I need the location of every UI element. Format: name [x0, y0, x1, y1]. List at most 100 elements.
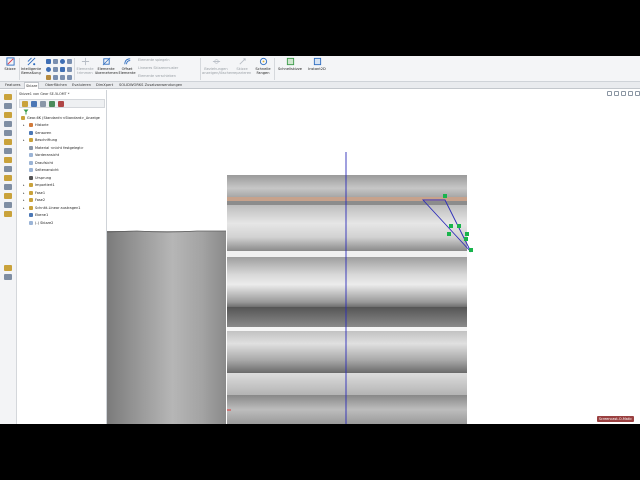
- tool-icon[interactable]: [4, 148, 12, 154]
- tool-icon[interactable]: [4, 130, 12, 136]
- separator: [274, 58, 275, 80]
- rapid-sketch-icon: [286, 57, 294, 66]
- tool-icon[interactable]: [4, 139, 12, 145]
- lineares-skizzenmuster-button[interactable]: Lineares Skizzenmuster: [138, 66, 178, 70]
- sketch-point[interactable]: [457, 224, 461, 228]
- tree-item[interactable]: Draufsicht: [29, 160, 53, 166]
- tree-item[interactable]: Ebene1: [29, 212, 48, 218]
- schnelle-fangen-button[interactable]: Schnelle Fangen: [254, 57, 272, 81]
- skizze-button[interactable]: Skizze: [2, 57, 18, 81]
- elemente-verschieben-button[interactable]: Elemente verschieben: [138, 74, 176, 78]
- dimxpertmanager-tab-icon[interactable]: [49, 101, 55, 107]
- tree-item[interactable]: ▸ Historie: [23, 122, 49, 128]
- tab-skizze[interactable]: Skizze: [24, 82, 40, 89]
- tree-item[interactable]: Vorderansicht: [29, 152, 59, 158]
- tree-item[interactable]: ▸ Importiert1: [23, 182, 55, 188]
- beziehungen-button[interactable]: Beziehungen anzeigen/löschen: [202, 57, 233, 81]
- sketch-point[interactable]: [464, 237, 468, 241]
- arc-tool-icon[interactable]: [53, 67, 58, 72]
- offset-entities-icon: [123, 58, 130, 65]
- expand-arrow-icon[interactable]: ▸: [23, 122, 25, 128]
- tool-icon[interactable]: [4, 112, 12, 118]
- tree-item[interactable]: Sensoren: [29, 130, 51, 136]
- expand-arrow-icon[interactable]: ▸: [23, 182, 25, 188]
- tool-icon[interactable]: [4, 157, 12, 163]
- elemente-uebernehmen-button[interactable]: Elemente übernehmen: [95, 57, 118, 81]
- sketch-point[interactable]: [469, 248, 473, 252]
- sketch-triangle[interactable]: [421, 199, 472, 253]
- tree-item-label: Importiert1: [35, 183, 55, 187]
- slot-tool-icon[interactable]: [60, 59, 65, 64]
- circle-tool-icon[interactable]: [46, 67, 51, 72]
- instant2d-button[interactable]: Instant2D: [306, 57, 328, 81]
- expand-arrow-icon[interactable]: ▸: [23, 205, 25, 211]
- tab-oberflaechen[interactable]: Oberflächen: [44, 82, 68, 89]
- expand-arrow-icon[interactable]: ▸: [23, 197, 25, 203]
- tree-item[interactable]: ▸ Beschriftung: [23, 137, 57, 143]
- tree-item[interactable]: ▸ Schnitt-Linear austragen1: [23, 205, 81, 211]
- tree-item[interactable]: Ursprung: [29, 175, 51, 181]
- tab-solidworks-zusatzanwendungen[interactable]: SOLIDWORKS Zusatzanwendungen: [118, 82, 183, 89]
- separator: [200, 58, 201, 80]
- tool-icon[interactable]: [4, 193, 12, 199]
- polygon-tool-icon[interactable]: [67, 59, 72, 64]
- schnellskizze-button[interactable]: Schnellskizze: [276, 57, 304, 81]
- expand-arrow-icon[interactable]: ▸: [23, 137, 25, 143]
- tree-item-icon: [29, 198, 33, 202]
- tree-item-label: Fase2: [35, 198, 46, 202]
- tree-root[interactable]: Gear-6K (Standard<<Standard>_Anzeige: [21, 115, 100, 121]
- rectangle-tool-icon[interactable]: [53, 59, 58, 64]
- plane-tool-icon[interactable]: [60, 75, 65, 80]
- tool-icon[interactable]: [4, 94, 12, 100]
- separator: [74, 58, 75, 80]
- intelligente-bemassung-button[interactable]: Intelligente Bemaßung: [20, 57, 42, 81]
- expand-arrow-icon[interactable]: ▸: [23, 190, 25, 196]
- tool-icon[interactable]: [4, 265, 12, 271]
- spline-tool-icon[interactable]: [60, 67, 65, 72]
- featuremanager-tab-icon[interactable]: [22, 101, 28, 107]
- elemente-trimmen-button[interactable]: Elemente trimmen: [76, 57, 94, 81]
- fillet-tool-icon[interactable]: [67, 67, 72, 72]
- graphics-area: Screencast-O-Matic: [107, 90, 640, 424]
- centerline-tool-icon[interactable]: [67, 75, 72, 80]
- sketch-point[interactable]: [465, 232, 469, 236]
- text-tool-icon[interactable]: [46, 75, 51, 80]
- tree-item-icon: [29, 213, 33, 217]
- tree-item-icon: [29, 220, 33, 225]
- tool-icon[interactable]: [4, 121, 12, 127]
- tree-item[interactable]: (-) Skizze2: [29, 220, 53, 226]
- tree-item[interactable]: ▸ Fase2: [23, 197, 46, 203]
- tree-item-label: Ursprung: [35, 175, 52, 180]
- tool-icon[interactable]: [4, 184, 12, 190]
- displaymanager-tab-icon[interactable]: [58, 101, 64, 107]
- skizze-reparieren-button[interactable]: Skizze reparieren: [232, 57, 252, 81]
- tool-icon[interactable]: [4, 274, 12, 280]
- configurationmanager-tab-icon[interactable]: [40, 101, 46, 107]
- elemente-spiegeln-button[interactable]: Elemente spiegeln: [138, 58, 169, 62]
- sketch-point[interactable]: [443, 194, 447, 198]
- tool-icon[interactable]: [4, 103, 12, 109]
- feature-manager-tabs: [19, 99, 105, 108]
- tool-icon[interactable]: [4, 166, 12, 172]
- tab-features[interactable]: Features: [4, 82, 21, 89]
- tab-dimxpert[interactable]: DimXpert: [95, 82, 114, 89]
- sketch-point[interactable]: [447, 232, 451, 236]
- tree-item[interactable]: ▸ Fase1: [23, 190, 45, 196]
- tree-item[interactable]: Material <nicht festgelegt>: [29, 145, 84, 151]
- line-tool-icon[interactable]: [46, 59, 51, 64]
- tab-evaluieren[interactable]: Evaluieren: [71, 82, 92, 89]
- tool-icon[interactable]: [4, 175, 12, 181]
- point-tool-icon[interactable]: [53, 75, 58, 80]
- tree-item[interactable]: Seitenansicht: [29, 167, 59, 173]
- sketch-icon: [5, 57, 15, 66]
- offset-elemente-button[interactable]: Offset Elemente: [118, 57, 136, 81]
- tool-icon[interactable]: [4, 202, 12, 208]
- trim-icon: [81, 57, 89, 66]
- tool-icon[interactable]: [4, 211, 12, 217]
- propertymanager-tab-icon[interactable]: [31, 101, 37, 107]
- sketch-point[interactable]: [449, 224, 453, 228]
- tree-item-icon: [29, 145, 33, 150]
- tree-item-icon: [29, 130, 33, 135]
- tree-item-icon: [29, 183, 33, 187]
- solidworks-window: Skizze Intelligente Bemaßung Elemente tr…: [0, 56, 640, 424]
